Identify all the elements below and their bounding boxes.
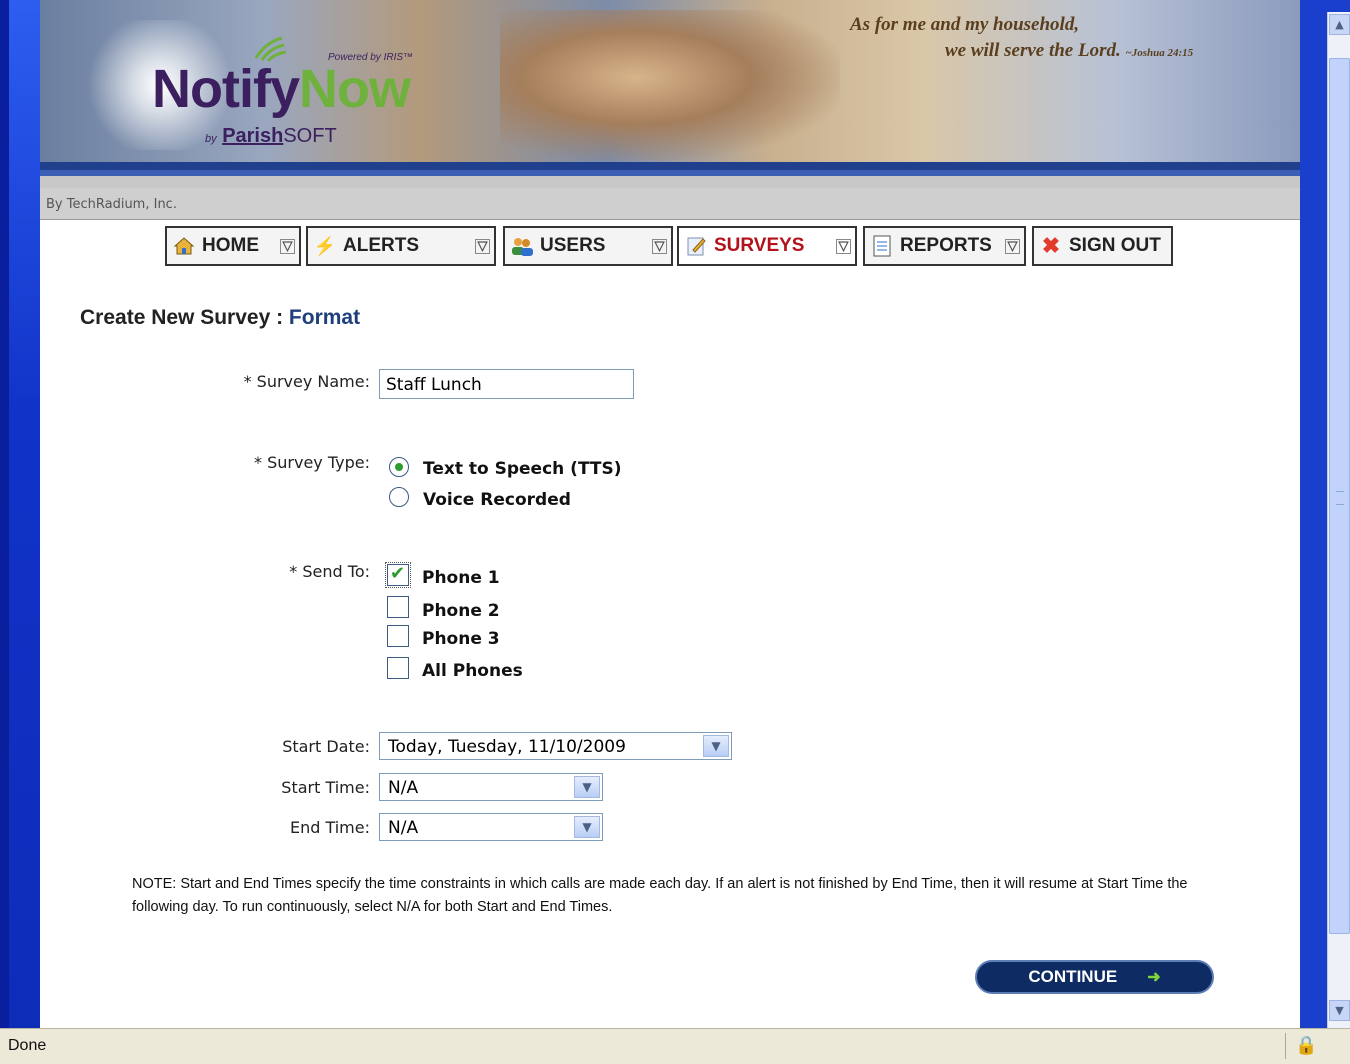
end-time-select[interactable]: N/A ▼ (379, 813, 603, 841)
checkbox-phone-2[interactable] (387, 596, 409, 618)
lock-icon: 🔒 (1295, 1035, 1318, 1056)
checkbox-all-phones-label: All Phones (422, 661, 523, 681)
scrollbar-thumb[interactable] (1329, 58, 1350, 934)
scroll-up-button[interactable]: ▲ (1329, 14, 1350, 35)
chevron-down-icon[interactable]: ▼ (703, 735, 729, 757)
nav-alerts[interactable]: ⚡ ALERTS ▽ (306, 226, 496, 266)
checkbox-phone-3-label: Phone 3 (422, 629, 500, 649)
arrow-right-icon: ➜ (1147, 969, 1161, 986)
banner-photo (500, 10, 840, 160)
survey-name-label: * Survey Name: (243, 372, 370, 391)
nav-surveys[interactable]: SURVEYS ▽ (677, 226, 857, 266)
window-frame-left (0, 0, 40, 1028)
page-title: Create New Survey : Format (80, 306, 361, 329)
continue-button[interactable]: CONTINUE ➜ (975, 960, 1214, 994)
checkbox-phone-3[interactable] (387, 625, 409, 647)
radio-voice-recorded-label: Voice Recorded (423, 490, 571, 510)
vertical-scrollbar[interactable]: ▲ ▼ (1327, 12, 1350, 1028)
header-banner: Powered by IRIS™ NotifyNow by ParishSOFT… (40, 0, 1300, 162)
byline-bar: By TechRadium, Inc. (40, 188, 1300, 220)
close-icon: ✖ (1041, 233, 1061, 258)
chevron-down-icon[interactable]: ▼ (574, 816, 600, 838)
nav-users[interactable]: USERS ▽ (503, 226, 673, 266)
radio-tts[interactable] (389, 457, 409, 477)
survey-icon (684, 235, 708, 257)
nav-home[interactable]: HOME ▽ (165, 226, 301, 266)
nav-reports[interactable]: REPORTS ▽ (863, 226, 1026, 266)
end-time-label: End Time: (289, 818, 370, 837)
status-text: Done (8, 1037, 47, 1054)
main-nav: HOME ▽ ⚡ ALERTS ▽ USERS ▽ SURVEYS ▽ REPORTS ▽… (40, 226, 1300, 270)
radio-tts-label: Text to Speech (TTS) (423, 459, 622, 479)
lightning-icon: ⚡ (313, 235, 337, 256)
users-icon (510, 235, 534, 257)
send-to-label: * Send To: (289, 562, 370, 581)
status-bar: Done 🔒 (0, 1028, 1350, 1064)
survey-name-input[interactable]: Staff Lunch (379, 369, 634, 399)
scripture-verse: As for me and my household, we will serv… (850, 14, 1194, 61)
checkbox-all-phones[interactable] (387, 657, 409, 679)
checkbox-phone-1[interactable] (385, 562, 411, 588)
chevron-down-icon[interactable]: ▼ (574, 776, 600, 798)
radio-voice-recorded[interactable] (389, 487, 409, 507)
browser-page: Powered by IRIS™ NotifyNow by ParishSOFT… (40, 0, 1300, 1028)
parishsoft-logo: by ParishSOFT (205, 125, 337, 147)
home-icon (172, 235, 196, 257)
nav-sign-out[interactable]: ✖ SIGN OUT (1032, 226, 1173, 266)
notifynow-logo: NotifyNow (152, 59, 411, 119)
start-date-label: Start Date: (282, 737, 370, 756)
byline-text: By TechRadium, Inc. (46, 197, 177, 212)
scroll-down-button[interactable]: ▼ (1329, 1000, 1350, 1021)
survey-type-label: * Survey Type: (254, 453, 370, 472)
time-constraints-note: NOTE: Start and End Times specify the ti… (132, 876, 1188, 915)
checkbox-phone-1-label: Phone 1 (422, 568, 500, 588)
start-date-select[interactable]: Today, Tuesday, 11/10/2009 ▼ (379, 732, 732, 760)
reports-icon (870, 235, 894, 257)
start-time-select[interactable]: N/A ▼ (379, 773, 603, 801)
start-time-label: Start Time: (281, 778, 370, 797)
checkbox-phone-2-label: Phone 2 (422, 601, 500, 621)
